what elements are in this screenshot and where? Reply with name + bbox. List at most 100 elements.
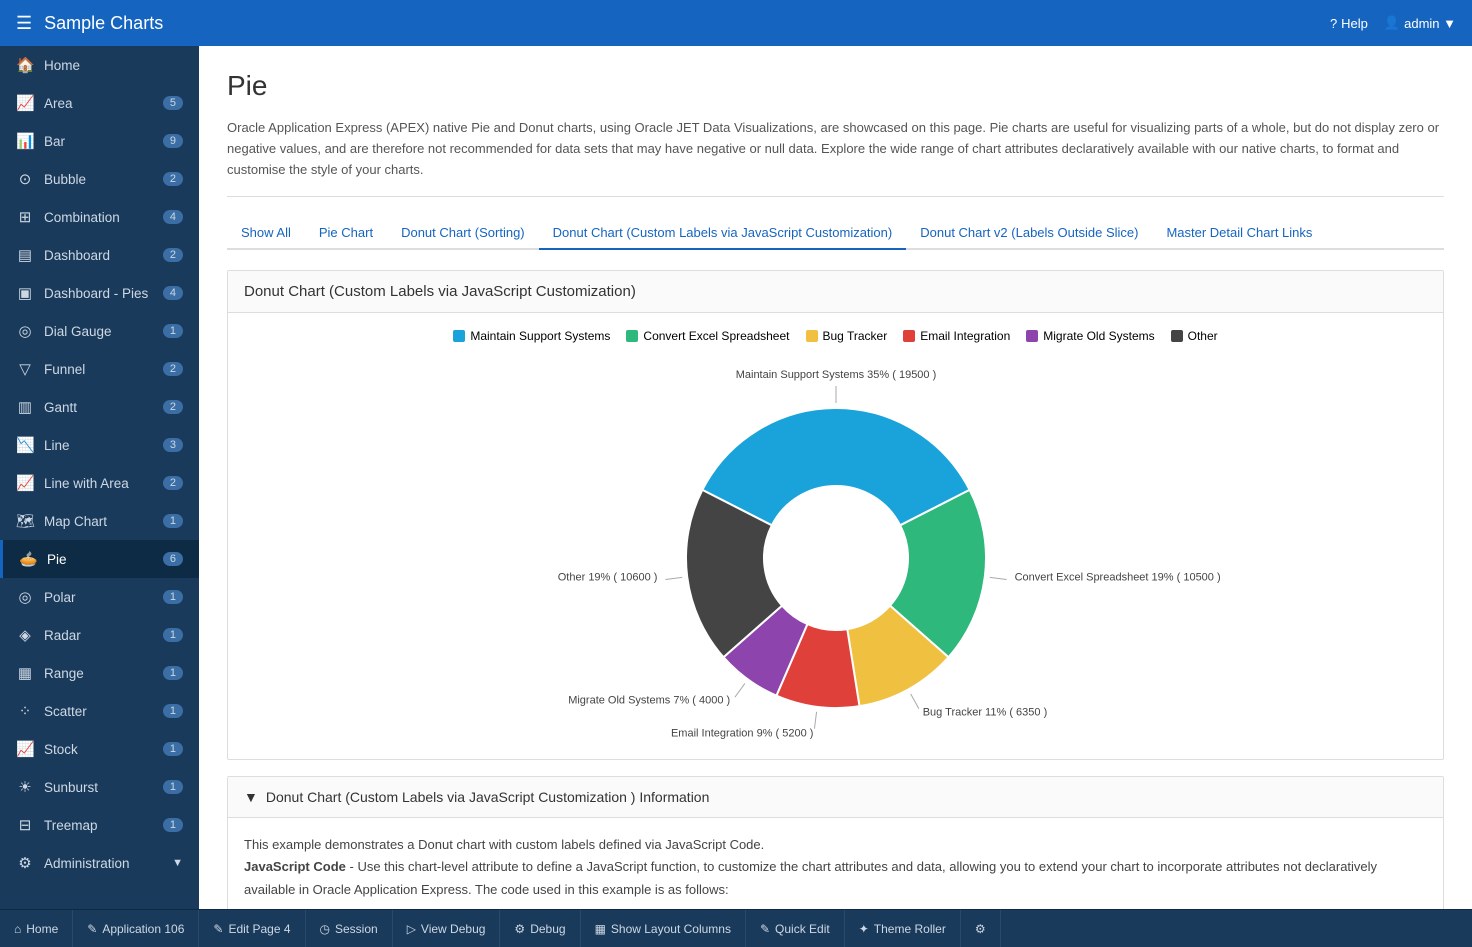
sidebar-item-map-chart[interactable]: 🗺 Map Chart 1	[0, 502, 199, 540]
info-section-header[interactable]: ▼ Donut Chart (Custom Labels via JavaScr…	[228, 777, 1443, 818]
sidebar-item-pie[interactable]: 🥧 Pie 6	[0, 540, 199, 578]
info-line2: JavaScript Code - Use this chart-level a…	[244, 856, 1427, 900]
hamburger-icon[interactable]: ☰	[16, 13, 32, 34]
chart-legend: Maintain Support Systems Convert Excel S…	[244, 329, 1427, 343]
sidebar-item-range[interactable]: ▦ Range 1	[0, 654, 199, 692]
legend-item: Convert Excel Spreadsheet	[626, 329, 789, 343]
sidebar-item-bar[interactable]: 📊 Bar 9	[0, 122, 199, 160]
chart-label: Migrate Old Systems 7% ( 4000 )	[568, 695, 730, 707]
sidebar-icon: ⁘	[16, 702, 34, 720]
sidebar-item-polar[interactable]: ◎ Polar 1	[0, 578, 199, 616]
sidebar-label: Polar	[44, 590, 163, 605]
sidebar-item-gantt[interactable]: ▥ Gantt 2	[0, 388, 199, 426]
page-description: Oracle Application Express (APEX) native…	[227, 118, 1444, 197]
sidebar-badge: 1	[163, 590, 183, 604]
chart-label: Email Integration 9% ( 5200 )	[670, 728, 812, 740]
sidebar-item-treemap[interactable]: ⊟ Treemap 1	[0, 806, 199, 844]
tab-0[interactable]: Show All	[227, 217, 305, 250]
sidebar-label: Scatter	[44, 704, 163, 719]
sidebar-item-dashboard[interactable]: ▤ Dashboard 2	[0, 236, 199, 274]
chart-body: Maintain Support Systems Convert Excel S…	[228, 313, 1443, 759]
bottom-bar-item-6[interactable]: ▦ Show Layout Columns	[581, 910, 746, 947]
bottom-bar-item-7[interactable]: ✎ Quick Edit	[746, 910, 845, 947]
tab-2[interactable]: Donut Chart (Sorting)	[387, 217, 539, 250]
legend-dot	[806, 330, 818, 342]
sidebar-item-funnel[interactable]: ▽ Funnel 2	[0, 350, 199, 388]
sidebar: 🏠 Home 📈 Area 5 📊 Bar 9 ⊙ Bubble 2 ⊞ Com…	[0, 46, 199, 909]
bottom-label: Debug	[530, 922, 565, 936]
tab-3[interactable]: Donut Chart (Custom Labels via JavaScrip…	[539, 217, 907, 250]
sidebar-item-sunburst[interactable]: ☀ Sunburst 1	[0, 768, 199, 806]
info-line2-body: - Use this chart-level attribute to defi…	[244, 859, 1377, 896]
sidebar-item-dashboard---pies[interactable]: ▣ Dashboard - Pies 4	[0, 274, 199, 312]
tab-1[interactable]: Pie Chart	[305, 217, 387, 250]
help-link[interactable]: ? Help	[1330, 16, 1368, 31]
legend-item: Migrate Old Systems	[1026, 329, 1154, 343]
sidebar-icon: ⊟	[16, 816, 34, 834]
sidebar-icon: ▥	[16, 398, 34, 416]
sidebar-icon: 📈	[16, 474, 34, 492]
bottom-icon: ✎	[213, 922, 223, 936]
sidebar-label: Funnel	[44, 362, 163, 377]
admin-link[interactable]: 👤 admin ▼	[1384, 15, 1456, 31]
info-section-body: This example demonstrates a Donut chart …	[228, 818, 1443, 909]
sidebar-icon: 📉	[16, 436, 34, 454]
bottom-label: View Debug	[421, 922, 486, 936]
legend-label: Migrate Old Systems	[1043, 329, 1154, 343]
sidebar-item-home[interactable]: 🏠 Home	[0, 46, 199, 84]
sidebar-badge: 2	[163, 172, 183, 186]
legend-label: Maintain Support Systems	[470, 329, 610, 343]
user-icon: 👤	[1384, 15, 1400, 31]
sidebar-badge: 1	[163, 704, 183, 718]
bottom-icon: ✎	[87, 922, 97, 936]
bottom-bar-item-2[interactable]: ✎ Edit Page 4	[199, 910, 305, 947]
sidebar-badge: 4	[163, 210, 183, 224]
content-area: Pie Oracle Application Express (APEX) na…	[199, 46, 1472, 909]
sidebar-item-administration[interactable]: ⚙ Administration ▼	[0, 844, 199, 882]
bottom-icon: ✎	[760, 922, 770, 936]
settings-icon: ⚙	[975, 922, 986, 936]
sidebar-label: Line	[44, 438, 163, 453]
sidebar-item-radar[interactable]: ◈ Radar 1	[0, 616, 199, 654]
sidebar-icon: ⚙	[16, 854, 34, 872]
sidebar-item-stock[interactable]: 📈 Stock 1	[0, 730, 199, 768]
sidebar-item-line[interactable]: 📉 Line 3	[0, 426, 199, 464]
sidebar-item-line-with-area[interactable]: 📈 Line with Area 2	[0, 464, 199, 502]
sidebar-item-combination[interactable]: ⊞ Combination 4	[0, 198, 199, 236]
sidebar-item-scatter[interactable]: ⁘ Scatter 1	[0, 692, 199, 730]
sidebar-label: Administration	[44, 856, 168, 871]
sidebar-badge: 1	[163, 514, 183, 528]
sidebar-item-bubble[interactable]: ⊙ Bubble 2	[0, 160, 199, 198]
sidebar-icon: 🏠	[16, 56, 34, 74]
sidebar-badge: 5	[163, 96, 183, 110]
bottom-icon: ▦	[595, 922, 606, 936]
sidebar-badge: 2	[163, 400, 183, 414]
sidebar-label: Home	[44, 58, 183, 73]
bottom-bar-item-0[interactable]: ⌂ Home	[0, 910, 73, 947]
sidebar-label: Bubble	[44, 172, 163, 187]
info-section: ▼ Donut Chart (Custom Labels via JavaScr…	[227, 776, 1444, 909]
sidebar-label: Dashboard	[44, 248, 163, 263]
bottom-bar-item-9[interactable]: ⚙	[961, 910, 1001, 947]
chart-label: Convert Excel Spreadsheet 19% ( 10500 )	[1014, 572, 1220, 584]
collapse-icon: ▼	[244, 789, 258, 805]
page-title: Pie	[227, 70, 1444, 102]
tab-5[interactable]: Master Detail Chart Links	[1152, 217, 1326, 250]
bottom-bar-item-5[interactable]: ⚙ Debug	[500, 910, 580, 947]
sidebar-label: Stock	[44, 742, 163, 757]
sidebar-item-area[interactable]: 📈 Area 5	[0, 84, 199, 122]
donut-chart-svg: Maintain Support Systems 35% ( 19500 )Co…	[576, 373, 1096, 733]
bottom-bar-item-8[interactable]: ✦ Theme Roller	[845, 910, 961, 947]
bottom-bar-item-3[interactable]: ◷ Session	[306, 910, 393, 947]
bottom-bar-item-4[interactable]: ▷ View Debug	[393, 910, 501, 947]
legend-label: Email Integration	[920, 329, 1010, 343]
bottom-bar-item-1[interactable]: ✎ Application 106	[73, 910, 199, 947]
sidebar-label: Area	[44, 96, 163, 111]
chart-label: Maintain Support Systems 35% ( 19500 )	[735, 369, 936, 381]
info-line2-prefix: JavaScript Code	[244, 859, 346, 874]
tab-4[interactable]: Donut Chart v2 (Labels Outside Slice)	[906, 217, 1152, 250]
sidebar-icon: 🗺	[16, 512, 34, 530]
sidebar-icon: 🥧	[19, 550, 37, 568]
sidebar-item-dial-gauge[interactable]: ◎ Dial Gauge 1	[0, 312, 199, 350]
sidebar-badge: 3	[163, 438, 183, 452]
